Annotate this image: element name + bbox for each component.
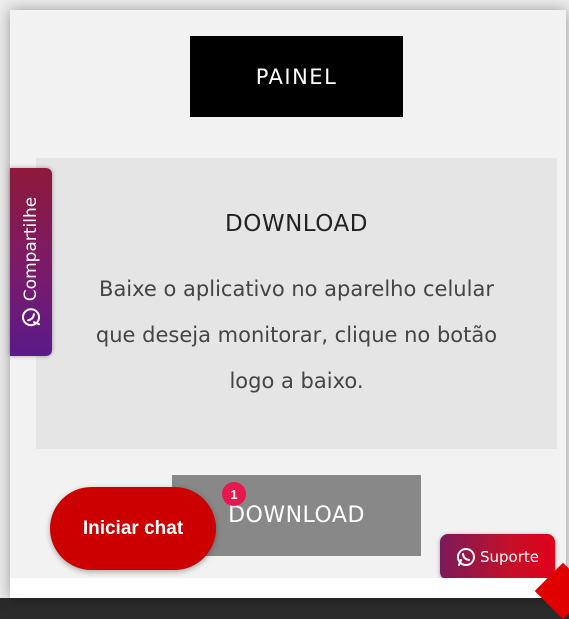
bottom-bar bbox=[10, 578, 566, 598]
whatsapp-icon bbox=[21, 307, 41, 327]
download-info-card: DOWNLOAD Baixe o aplicativo no aparelho … bbox=[36, 158, 557, 449]
download-button-label: DOWNLOAD bbox=[228, 503, 365, 528]
painel-button[interactable]: PAINEL bbox=[190, 36, 403, 117]
notification-badge: 1 bbox=[222, 482, 246, 506]
support-label: Suporte bbox=[479, 548, 539, 566]
painel-button-label: PAINEL bbox=[255, 64, 338, 89]
share-tab[interactable]: Compartilhe bbox=[10, 168, 52, 356]
share-tab-label: Compartilhe bbox=[21, 196, 41, 302]
support-button[interactable]: Suporte bbox=[440, 534, 555, 580]
start-chat-button[interactable]: Iniciar chat bbox=[50, 487, 216, 570]
card-description: Baixe o aplicativo no aparelho celular q… bbox=[95, 277, 498, 393]
start-chat-label: Iniciar chat bbox=[82, 517, 184, 539]
card-title: DOWNLOAD bbox=[225, 211, 368, 237]
viewport-frame: PAINEL DOWNLOAD Baixe o aplicativo no ap… bbox=[0, 0, 569, 619]
whatsapp-icon bbox=[456, 547, 476, 567]
